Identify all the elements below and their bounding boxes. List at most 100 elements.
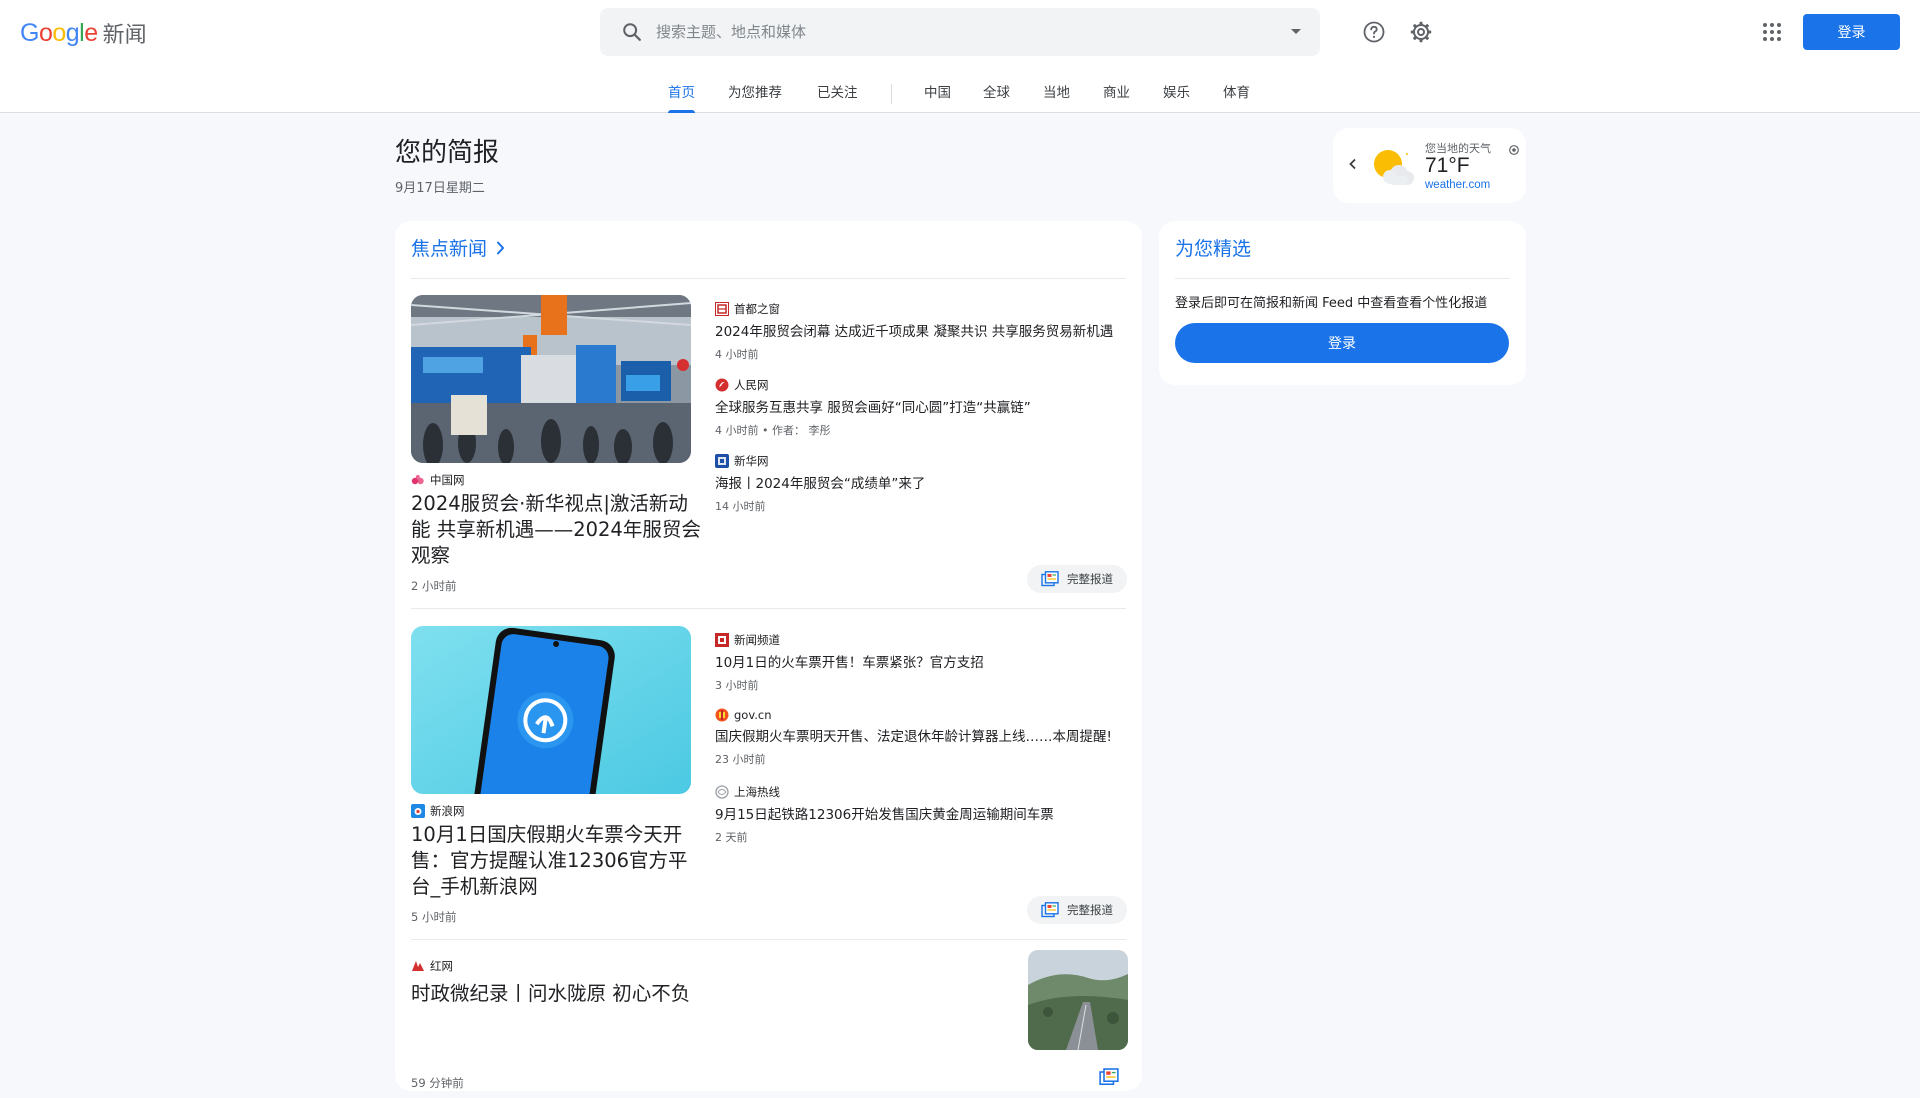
story-headline[interactable]: 时政微纪录丨问水陇原 初心不负 — [411, 977, 690, 1006]
picks-sign-in-button[interactable]: 登录 — [1175, 323, 1509, 363]
source-name: gov.cn — [734, 708, 772, 722]
gear-icon[interactable] — [1401, 12, 1441, 52]
tab-business[interactable]: 商业 — [1103, 68, 1130, 113]
story-image[interactable] — [411, 626, 691, 794]
story-time: 4 小时前 • 作者： 李彤 — [715, 424, 831, 437]
story-headline[interactable]: 2024服贸会·新华视点|激活新动能 共享新机遇——2024年服贸会观察 — [411, 491, 701, 569]
story-image[interactable] — [411, 295, 691, 463]
source-name: 新浪网 — [430, 804, 465, 818]
story-time: 59 分钟前 — [411, 1076, 464, 1090]
full-coverage-icon — [1041, 902, 1059, 918]
story-source[interactable]: 新浪网 — [411, 803, 465, 819]
news-wordmark: 新闻 — [102, 23, 147, 48]
logo-letter: G — [20, 18, 39, 47]
story-time: 14 小时前 — [715, 500, 766, 513]
source-logo-icon — [411, 804, 425, 818]
story-headline[interactable]: 全球服务互惠共享 服贸会画好“同心圆”打造“共赢链” — [715, 399, 1135, 417]
weather-widget[interactable]: 您当地的天气 71°F weather.com — [1333, 128, 1526, 203]
help-circle-icon[interactable] — [1354, 12, 1394, 52]
story-headline[interactable]: 2024年服贸会闭幕 达成近千项成果 凝聚共识 共享服务贸易新机遇 — [715, 323, 1135, 341]
related-story: 人民网 全球服务互惠共享 服贸会画好“同心圆”打造“共赢链” 4 小时前 • 作… — [715, 377, 1135, 438]
story-image[interactable] — [1028, 950, 1128, 1050]
top-app-bar: Google 新闻 搜索主题、地点和媒体 登录 首页 为您推荐 已关注 中国 全… — [0, 0, 1920, 113]
story-time: 4 小时前 — [715, 348, 759, 361]
related-story: 首都之窗 2024年服贸会闭幕 达成近千项成果 凝聚共识 共享服务贸易新机遇 4… — [715, 301, 1135, 362]
chevron-left-icon[interactable] — [1343, 154, 1363, 174]
source-logo-icon — [411, 473, 425, 487]
story-time: 2 天前 — [715, 831, 748, 844]
source-name: 红网 — [430, 959, 453, 973]
tab-china[interactable]: 中国 — [924, 68, 951, 113]
source-logo-icon — [715, 378, 729, 392]
story-card: 红网 时政微纪录丨问水陇原 初心不负 59 分钟前 — [411, 950, 1128, 1098]
divider — [411, 939, 1126, 940]
story-source[interactable]: 首都之窗 — [715, 301, 1135, 317]
related-story: 新华网 海报丨2024年服贸会“成绩单”来了 14 小时前 — [715, 453, 1135, 514]
source-logo-icon — [411, 959, 425, 973]
story-source[interactable]: 人民网 — [715, 377, 1135, 393]
story-time: 2 小时前 — [411, 579, 457, 593]
story-headline[interactable]: 海报丨2024年服贸会“成绩单”来了 — [715, 475, 1135, 493]
story-source[interactable]: 中国网 — [411, 472, 465, 488]
sign-in-button[interactable]: 登录 — [1803, 14, 1900, 50]
story-time: 23 小时前 — [715, 753, 766, 766]
location-icon — [1508, 141, 1520, 155]
picks-title: 为您精选 — [1175, 238, 1252, 260]
source-logo-icon — [715, 454, 729, 468]
story-source[interactable]: 红网 — [411, 958, 453, 974]
source-name: 上海热线 — [734, 785, 780, 799]
source-logo-icon — [715, 633, 729, 647]
apps-grid-icon[interactable] — [1752, 12, 1792, 52]
related-story: 上海热线 9月15日起铁路12306开始发售国庆黄金周运输期间车票 2 天前 — [715, 784, 1135, 845]
full-coverage-button[interactable]: 完整报道 — [1027, 565, 1127, 593]
logo-letter: o — [52, 18, 66, 47]
story-source[interactable]: gov.cn — [715, 708, 1135, 722]
story-headline[interactable]: 10月1日的火车票开售！车票紧张？官方支招 — [715, 654, 1135, 672]
source-name: 新华网 — [734, 454, 769, 468]
story-headline[interactable]: 9月15日起铁路12306开始发售国庆黄金周运输期间车票 — [715, 806, 1135, 824]
full-coverage-label: 完整报道 — [1067, 903, 1113, 917]
picks-description: 登录后即可在简报和新闻 Feed 中查看查看个性化报道 — [1175, 296, 1488, 311]
source-logo-icon — [715, 708, 729, 722]
search-bar[interactable] — [600, 8, 1320, 56]
source-name: 首都之窗 — [734, 302, 780, 316]
full-coverage-icon — [1041, 571, 1059, 587]
related-story: 新闻频道 10月1日的火车票开售！车票紧张？官方支招 3 小时前 — [715, 632, 1135, 693]
story-time: 5 小时前 — [411, 910, 457, 924]
tab-world[interactable]: 全球 — [983, 68, 1010, 113]
search-icon[interactable] — [608, 8, 656, 56]
weather-source-link[interactable]: weather.com — [1425, 179, 1490, 191]
briefing-date: 9月17日星期二 — [395, 181, 485, 196]
tab-for-you[interactable]: 为您推荐 — [728, 68, 782, 113]
tab-following[interactable]: 已关注 — [817, 68, 858, 113]
tab-sports[interactable]: 体育 — [1223, 68, 1250, 113]
tab-home[interactable]: 首页 — [668, 68, 695, 113]
full-coverage-icon[interactable] — [1099, 1068, 1119, 1086]
story-headline[interactable]: 国庆假期火车票明天开售、法定退休年龄计算器上线……本周提醒! — [715, 728, 1135, 746]
story-cluster: 中国网 2024服贸会·新华视点|激活新动能 共享新机遇——2024年服贸会观察… — [411, 295, 1127, 595]
source-logo-icon — [715, 302, 729, 316]
full-coverage-button[interactable]: 完整报道 — [1027, 896, 1127, 924]
page-title: 您的简报 — [395, 138, 500, 168]
search-input[interactable] — [656, 8, 1272, 56]
section-tabs: 首页 为您推荐 已关注 中国 全球 当地 商业 娱乐 体育 — [0, 68, 1920, 113]
chevron-right-icon — [495, 240, 505, 256]
divider — [411, 608, 1126, 609]
tab-entertainment[interactable]: 娱乐 — [1163, 68, 1190, 113]
tab-local[interactable]: 当地 — [1043, 68, 1070, 113]
caret-down-icon[interactable] — [1272, 8, 1320, 56]
logo-letter: g — [65, 18, 80, 47]
story-source[interactable]: 新闻频道 — [715, 632, 1135, 648]
logo-letter: o — [38, 18, 53, 47]
related-story: gov.cn 国庆假期火车票明天开售、法定退休年龄计算器上线……本周提醒! 23… — [715, 708, 1135, 767]
source-name: 人民网 — [734, 378, 769, 392]
story-source[interactable]: 上海热线 — [715, 784, 1135, 800]
divider — [1175, 278, 1510, 279]
story-source[interactable]: 新华网 — [715, 453, 1135, 469]
source-name: 中国网 — [430, 473, 465, 487]
top-stories-header[interactable]: 焦点新闻 — [411, 234, 505, 261]
google-news-logo[interactable]: Google 新闻 — [20, 17, 147, 49]
source-name: 新闻频道 — [734, 633, 780, 647]
full-coverage-label: 完整报道 — [1067, 572, 1113, 586]
story-headline[interactable]: 10月1日国庆假期火车票今天开售：官方提醒认准12306官方平台_手机新浪网 — [411, 822, 701, 900]
